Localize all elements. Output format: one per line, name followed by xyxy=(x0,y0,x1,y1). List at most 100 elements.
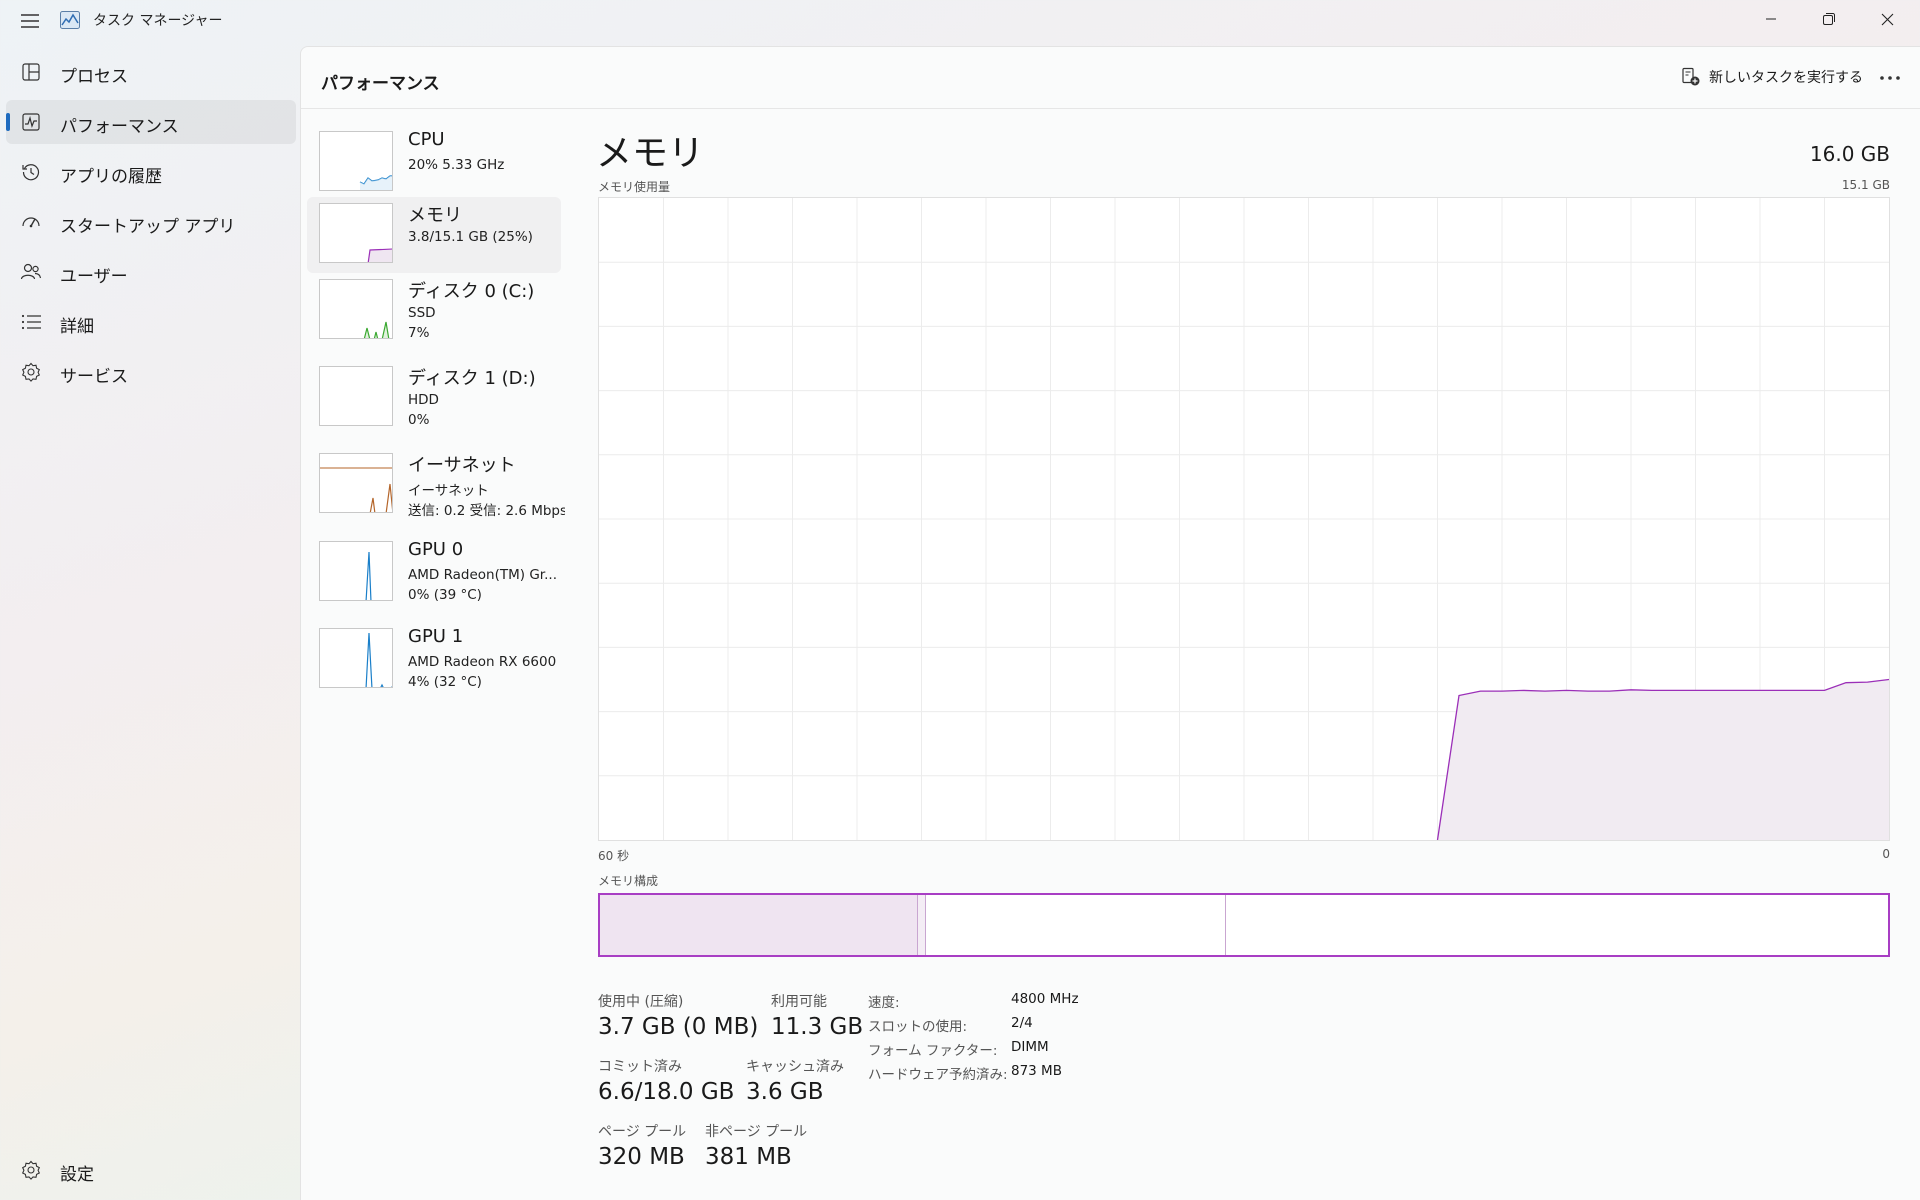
nav-label-performance: パフォーマンス xyxy=(60,117,179,137)
device-detail: 送信: 0.2 受信: 2.6 Mbps xyxy=(408,503,565,519)
nonpaged-pool-value: 381 MB xyxy=(705,1144,792,1170)
nav-label-app-history: アプリの履歴 xyxy=(60,167,162,187)
device-name: GPU 1 xyxy=(408,626,464,647)
committed-value: 6.6/18.0 GB xyxy=(598,1079,735,1105)
speed-value: 4800 MHz xyxy=(1011,991,1079,1007)
nav-item-users[interactable]: ユーザー xyxy=(6,250,296,294)
device-cpu[interactable]: CPU 20% 5.33 GHz xyxy=(307,125,561,201)
nav-label-processes: プロセス xyxy=(60,67,128,87)
nav-label-details: 詳細 xyxy=(60,317,94,337)
form-factor-value: DIMM xyxy=(1011,1039,1049,1055)
gpu1-thumbnail-graph xyxy=(319,628,393,688)
run-task-label: 新しいタスクを実行する xyxy=(1709,70,1863,86)
minimize-button[interactable] xyxy=(1742,0,1800,38)
nav-label-services: サービス xyxy=(60,367,128,387)
device-adapter: イーサネット xyxy=(408,483,489,499)
device-disk-0[interactable]: ディスク 0 (C:) SSD 7% xyxy=(307,273,561,349)
device-gpu-1[interactable]: GPU 1 AMD Radeon RX 6600 4% (32 °C) xyxy=(307,622,561,698)
nav-item-processes[interactable]: プロセス xyxy=(6,50,296,94)
device-detail: 7% xyxy=(408,325,430,341)
memory-composition-bar xyxy=(598,893,1890,957)
graph-axis-left: 60 秒 xyxy=(598,849,630,863)
nav-item-services[interactable]: サービス xyxy=(6,350,296,394)
composition-in-use xyxy=(600,895,918,955)
device-name: ディスク 0 (C:) xyxy=(408,281,535,302)
device-detail: 0% xyxy=(408,412,430,428)
nav-item-performance[interactable]: パフォーマンス xyxy=(6,100,296,144)
memory-composition-label: メモリ構成 xyxy=(598,874,659,888)
slots-used-label: スロットの使用: xyxy=(868,1019,968,1035)
form-factor-label: フォーム ファクター: xyxy=(868,1043,998,1059)
device-memory[interactable]: メモリ 3.8/15.1 GB (25%) xyxy=(307,197,561,273)
device-ethernet[interactable]: イーサネット イーサネット 送信: 0.2 受信: 2.6 Mbps xyxy=(307,447,565,523)
cached-label: キャッシュ済み xyxy=(746,1059,844,1075)
device-type: HDD xyxy=(408,392,439,408)
memory-usage-area xyxy=(1437,679,1889,840)
committed-label: コミット済み xyxy=(598,1059,682,1075)
run-new-task-button[interactable]: 新しいタスクを実行する xyxy=(1671,59,1873,95)
nav-label-users: ユーザー xyxy=(60,267,128,287)
memory-usage-graph xyxy=(598,197,1890,841)
paged-pool-value: 320 MB xyxy=(598,1144,685,1170)
device-detail: 20% 5.33 GHz xyxy=(408,157,505,173)
device-name: GPU 0 xyxy=(408,539,464,560)
device-name: ディスク 1 (D:) xyxy=(408,368,536,389)
memory-total: 16.0 GB xyxy=(1809,142,1890,166)
hardware-reserved-value: 873 MB xyxy=(1011,1063,1062,1079)
app-history-icon xyxy=(20,161,42,183)
paged-pool-label: ページ プール xyxy=(598,1124,687,1140)
title-bar: タスク マネージャー xyxy=(0,0,1920,40)
restore-button[interactable] xyxy=(1800,0,1858,38)
composition-free xyxy=(1226,895,1888,955)
content-header: パフォーマンス 新しいタスクを実行する xyxy=(301,47,1920,109)
nonpaged-pool-label: 非ページ プール xyxy=(705,1124,808,1140)
nav-selection-indicator xyxy=(6,113,10,131)
close-button[interactable] xyxy=(1858,0,1916,38)
page-title: パフォーマンス xyxy=(321,74,440,94)
task-manager-app-icon xyxy=(60,11,80,33)
nav-item-details[interactable]: 詳細 xyxy=(6,300,296,344)
hamburger-menu-icon[interactable] xyxy=(14,8,46,34)
device-type: SSD xyxy=(408,305,436,321)
nav-item-settings[interactable]: 設定 xyxy=(6,1148,296,1192)
speed-label: 速度: xyxy=(868,995,900,1011)
device-model: AMD Radeon(TM) Gr... xyxy=(408,567,557,583)
available-value: 11.3 GB xyxy=(771,1014,864,1040)
nav-label-startup-apps: スタートアップ アプリ xyxy=(60,217,236,237)
graph-axis-right: 0 xyxy=(1882,847,1890,861)
device-detail: 4% (32 °C) xyxy=(408,674,482,690)
device-detail: 0% (39 °C) xyxy=(408,587,482,603)
nav-label-settings: 設定 xyxy=(60,1165,94,1185)
device-name: メモリ xyxy=(408,205,462,226)
device-gpu-0[interactable]: GPU 0 AMD Radeon(TM) Gr... 0% (39 °C) xyxy=(307,535,561,611)
settings-gear-icon xyxy=(20,1159,42,1181)
device-name: CPU xyxy=(408,129,445,150)
nav-item-app-history[interactable]: アプリの履歴 xyxy=(6,150,296,194)
memory-title: メモリ xyxy=(596,133,705,174)
gpu0-thumbnail-graph xyxy=(319,541,393,601)
ethernet-thumbnail-graph xyxy=(319,453,393,513)
disk1-thumbnail-graph xyxy=(319,366,393,426)
device-disk-1[interactable]: ディスク 1 (D:) HDD 0% xyxy=(307,360,561,436)
window-title: タスク マネージャー xyxy=(93,13,223,29)
composition-modified xyxy=(918,895,926,955)
processes-icon xyxy=(20,61,42,83)
memory-usage-label: メモリ使用量 xyxy=(598,180,671,194)
hardware-reserved-label: ハードウェア予約済み: xyxy=(868,1067,1008,1083)
memory-usage-max: 15.1 GB xyxy=(1841,178,1890,192)
services-icon xyxy=(20,361,42,383)
cpu-thumbnail-graph xyxy=(319,131,393,191)
device-name: イーサネット xyxy=(408,455,516,476)
details-icon xyxy=(20,311,42,333)
device-model: AMD Radeon RX 6600 xyxy=(408,654,557,670)
in-use-value: 3.7 GB (0 MB) xyxy=(598,1014,759,1040)
disk0-thumbnail-graph xyxy=(319,279,393,339)
composition-standby xyxy=(926,895,1226,955)
device-detail: 3.8/15.1 GB (25%) xyxy=(408,229,533,245)
users-icon xyxy=(20,261,42,283)
available-label: 利用可能 xyxy=(771,994,827,1010)
performance-icon xyxy=(20,111,42,133)
nav-item-startup-apps[interactable]: スタートアップ アプリ xyxy=(6,200,296,244)
more-options-icon[interactable] xyxy=(1871,61,1909,95)
in-use-label: 使用中 (圧縮) xyxy=(598,994,684,1010)
